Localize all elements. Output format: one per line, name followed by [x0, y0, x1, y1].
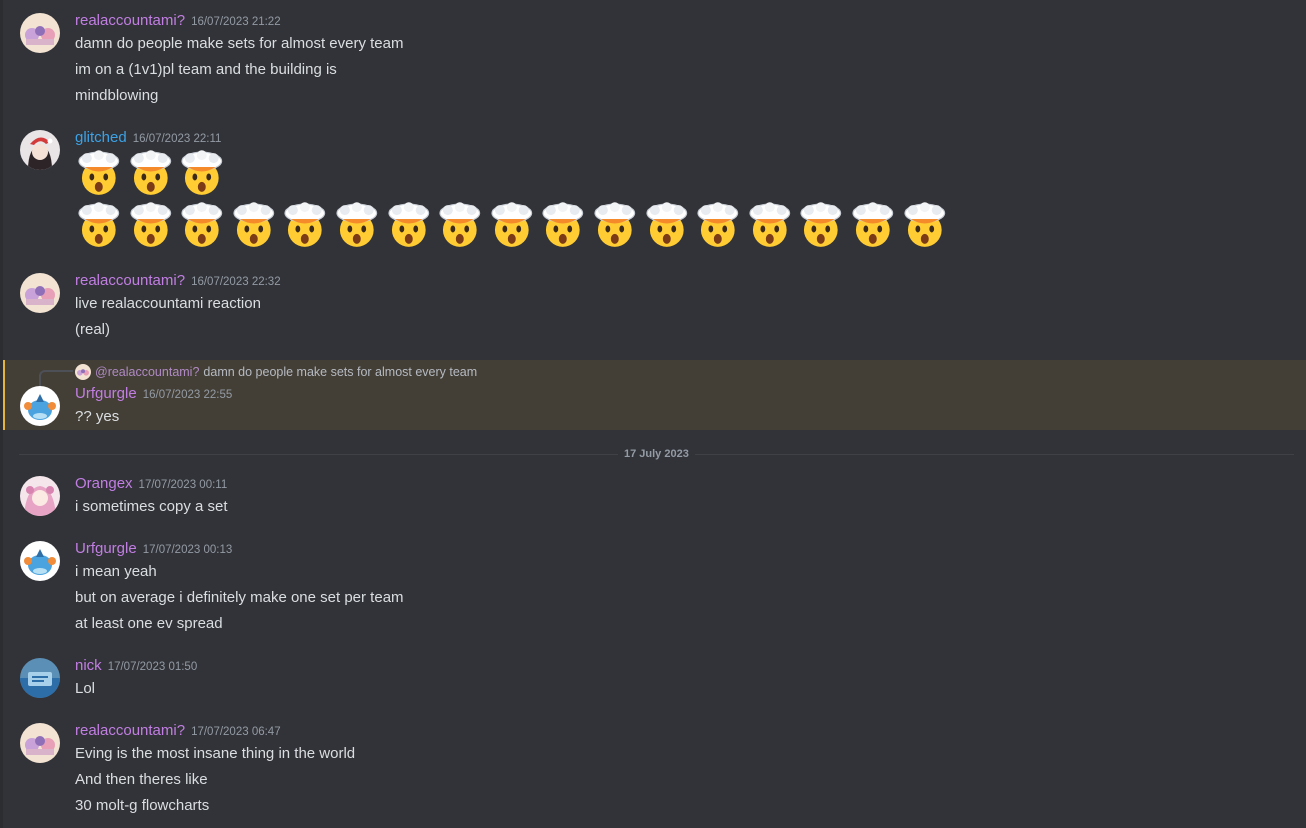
- message-text: 30 molt-g flowcharts: [75, 797, 210, 814]
- avatar[interactable]: [20, 130, 60, 170]
- username[interactable]: glitched: [75, 129, 127, 146]
- emoji-row: [75, 202, 948, 250]
- exploding-head-emoji-icon[interactable]: [178, 202, 226, 250]
- exploding-head-emoji-icon[interactable]: [694, 202, 742, 250]
- username[interactable]: realaccountami?: [75, 12, 185, 29]
- message-header: nick 17/07/2023 01:50: [75, 657, 197, 679]
- timestamp[interactable]: 17/07/2023 00:11: [139, 479, 228, 491]
- message-header: realaccountami? 16/07/2023 21:22: [75, 12, 281, 34]
- timestamp[interactable]: 17/07/2023 06:47: [191, 726, 281, 738]
- avatar[interactable]: [20, 386, 60, 426]
- reply-avatar: [75, 364, 91, 380]
- exploding-head-emoji-icon[interactable]: [591, 202, 639, 250]
- message-text: at least one ev spread: [75, 615, 223, 632]
- message-text: live realaccountami reaction: [75, 295, 261, 312]
- message-header: realaccountami? 17/07/2023 06:47: [75, 722, 281, 744]
- reply-preview[interactable]: @realaccountami? damn do people make set…: [75, 363, 477, 381]
- username[interactable]: realaccountami?: [75, 722, 185, 739]
- timestamp[interactable]: 16/07/2023 22:55: [143, 389, 233, 401]
- avatar[interactable]: [20, 541, 60, 581]
- exploding-head-emoji-icon[interactable]: [127, 150, 175, 198]
- message-header: glitched 16/07/2023 22:11: [75, 129, 221, 151]
- username[interactable]: Urfgurgle: [75, 385, 137, 402]
- exploding-head-emoji-icon[interactable]: [436, 202, 484, 250]
- avatar[interactable]: [20, 476, 60, 516]
- message-header: realaccountami? 16/07/2023 22:32: [75, 272, 281, 294]
- timestamp[interactable]: 16/07/2023 21:22: [191, 16, 281, 28]
- exploding-head-emoji-icon[interactable]: [333, 202, 381, 250]
- exploding-head-emoji-icon[interactable]: [539, 202, 587, 250]
- avatar[interactable]: [20, 658, 60, 698]
- message-header: Orangex 17/07/2023 00:11: [75, 475, 227, 497]
- avatar[interactable]: [20, 13, 60, 53]
- message-text: but on average i definitely make one set…: [75, 589, 404, 606]
- timestamp[interactable]: 17/07/2023 01:50: [108, 661, 198, 673]
- reply-connector: [39, 370, 73, 386]
- exploding-head-emoji-icon[interactable]: [75, 150, 123, 198]
- avatar[interactable]: [20, 723, 60, 763]
- reply-text[interactable]: damn do people make sets for almost ever…: [203, 365, 477, 379]
- date-divider-label: 17 July 2023: [618, 446, 695, 462]
- exploding-head-emoji-icon[interactable]: [849, 202, 897, 250]
- exploding-head-emoji-icon[interactable]: [901, 202, 949, 250]
- exploding-head-emoji-icon[interactable]: [281, 202, 329, 250]
- message-header: Urfgurgle 17/07/2023 00:13: [75, 540, 232, 562]
- message-text: Lol: [75, 680, 96, 697]
- exploding-head-emoji-icon[interactable]: [488, 202, 536, 250]
- message-text: Eving is the most insane thing in the wo…: [75, 745, 356, 762]
- exploding-head-emoji-icon[interactable]: [797, 202, 845, 250]
- exploding-head-emoji-icon[interactable]: [385, 202, 433, 250]
- exploding-head-emoji-icon[interactable]: [746, 202, 794, 250]
- message-header: Urfgurgle 16/07/2023 22:55: [75, 385, 232, 407]
- timestamp[interactable]: 17/07/2023 00:13: [143, 544, 233, 556]
- avatar[interactable]: [20, 273, 60, 313]
- message-text: damn do people make sets for almost ever…: [75, 35, 404, 52]
- emoji-row: [75, 150, 226, 198]
- username[interactable]: Urfgurgle: [75, 540, 137, 557]
- reply-mention[interactable]: @realaccountami?: [95, 365, 199, 379]
- timestamp[interactable]: 16/07/2023 22:11: [133, 133, 222, 145]
- message-text: ?? yes: [75, 408, 120, 425]
- message-text: And then theres like: [75, 771, 208, 788]
- message-text: i mean yeah: [75, 563, 157, 580]
- message-text: (real): [75, 321, 111, 338]
- exploding-head-emoji-icon[interactable]: [230, 202, 278, 250]
- exploding-head-emoji-icon[interactable]: [643, 202, 691, 250]
- exploding-head-emoji-icon[interactable]: [75, 202, 123, 250]
- username[interactable]: realaccountami?: [75, 272, 185, 289]
- timestamp[interactable]: 16/07/2023 22:32: [191, 276, 281, 288]
- message-text: im on a (1v1)pl team and the building is: [75, 61, 337, 78]
- exploding-head-emoji-icon[interactable]: [178, 150, 226, 198]
- username[interactable]: nick: [75, 657, 102, 674]
- exploding-head-emoji-icon[interactable]: [127, 202, 175, 250]
- message-text: i sometimes copy a set: [75, 498, 228, 515]
- username[interactable]: Orangex: [75, 475, 133, 492]
- message-text: mindblowing: [75, 87, 159, 104]
- chat-message-list: realaccountami? 16/07/2023 21:22 damn do …: [0, 0, 1306, 828]
